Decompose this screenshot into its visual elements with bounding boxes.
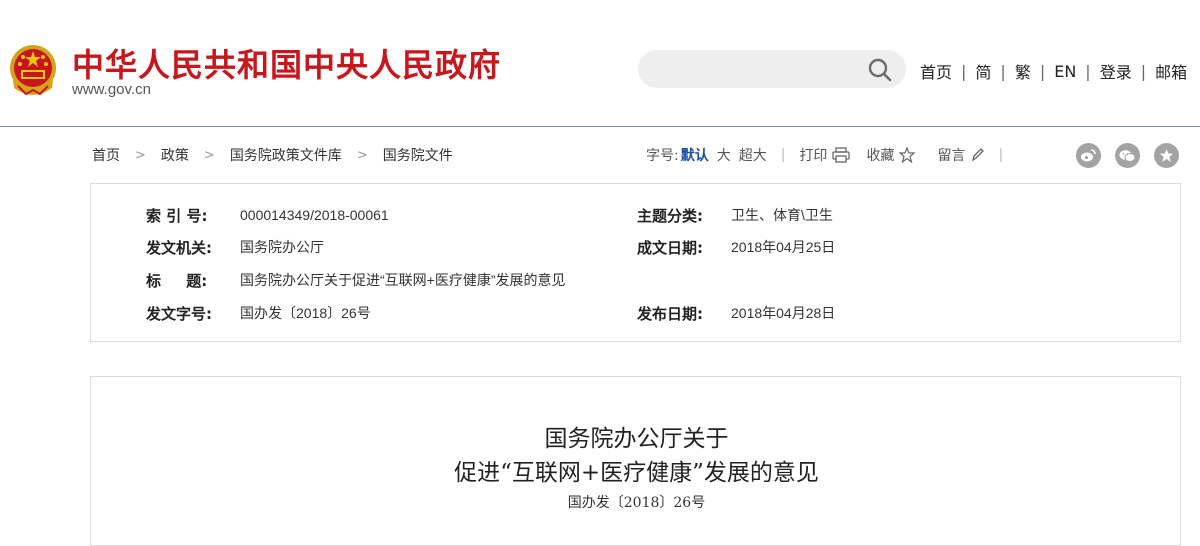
chevron-right-icon: >: [203, 147, 215, 163]
nav-separator: |: [1140, 61, 1147, 81]
info-docno-row: 发文字号: 国办发〔2018〕26号: [146, 302, 371, 324]
comment-button[interactable]: 留言: [937, 145, 985, 165]
page-tools: 字号: 默认 大 超大 | 打印 收藏 留言 |: [646, 145, 1017, 165]
favorite-button[interactable]: 收藏: [866, 145, 916, 165]
nav-separator: |: [1000, 61, 1006, 81]
font-size-label: 字号:: [646, 148, 679, 164]
breadcrumb: 首页 > 政策 > 国务院政策文件库 > 国务院文件: [92, 145, 453, 165]
star-outline-icon: [899, 147, 916, 163]
nav-mail-link[interactable]: 邮箱: [1155, 59, 1187, 83]
search-icon[interactable]: [866, 56, 894, 84]
nav-simplified-link[interactable]: 简: [975, 59, 991, 83]
nav-english-link[interactable]: EN: [1054, 62, 1076, 81]
comment-label: 留言: [937, 148, 966, 164]
wechat-icon[interactable]: [1115, 143, 1140, 168]
tools-separator: |: [780, 147, 786, 163]
info-docno-value: 国办发〔2018〕26号: [240, 305, 371, 321]
breadcrumb-policy-library[interactable]: 国务院政策文件库: [230, 145, 342, 165]
info-written-date-row: 成文日期: 2018年04月25日: [637, 236, 835, 258]
nav-home-link[interactable]: 首页: [920, 59, 952, 83]
info-title-label: 标 题:: [146, 271, 208, 290]
document-content: 国务院办公厅关于 促进“互联网+医疗健康”发展的意见 国办发〔2018〕26号: [90, 376, 1181, 546]
info-category-value: 卫生、体育\卫生: [731, 207, 833, 223]
favorite-label: 收藏: [866, 148, 895, 164]
font-size-large[interactable]: 大: [717, 145, 731, 165]
site-name[interactable]: 中华人民共和国中央人民政府: [72, 40, 501, 86]
document-number: 国办发〔2018〕26号: [567, 495, 706, 511]
site-url[interactable]: www.gov.cn: [72, 81, 151, 98]
header-divider: [0, 126, 1200, 127]
nav-separator: |: [1039, 61, 1046, 81]
info-written-date-label: 成文日期:: [637, 238, 703, 257]
tools-separator: |: [998, 147, 1004, 163]
breadcrumb-state-council-docs[interactable]: 国务院文件: [383, 145, 453, 165]
top-nav: 首页 | 简 | 繁 | EN | 登录 | 邮箱: [920, 59, 1187, 83]
info-title-row: 标 题: 国务院办公厅关于促进“互联网+医疗健康”发展的意见: [146, 269, 566, 291]
share-buttons: [1076, 143, 1179, 168]
site-header: 中华人民共和国中央人民政府 www.gov.cn 首页 | 简 | 繁 | EN…: [0, 0, 1200, 128]
font-size-default[interactable]: 默认: [681, 145, 709, 165]
nav-login-link[interactable]: 登录: [1100, 59, 1132, 83]
pencil-icon: [972, 148, 985, 162]
national-emblem-icon[interactable]: [8, 42, 58, 100]
info-issuer-row: 发文机关: 国务院办公厅: [146, 236, 324, 258]
print-button[interactable]: 打印: [799, 145, 851, 165]
info-title-value: 国务院办公厅关于促进“互联网+医疗健康”发展的意见: [240, 272, 566, 288]
document-title-line-1: 国务院办公厅关于: [544, 426, 729, 452]
breadcrumb-home[interactable]: 首页: [92, 145, 120, 165]
nav-separator: |: [961, 61, 967, 81]
document-title-line-2: 促进“互联网+医疗健康”发展的意见: [454, 460, 819, 486]
info-index-label: 索 引 号:: [146, 206, 208, 225]
chevron-right-icon: >: [356, 147, 368, 163]
info-category-label: 主题分类:: [637, 206, 703, 225]
info-issuer-label: 发文机关:: [146, 238, 212, 257]
star-icon[interactable]: [1154, 143, 1179, 168]
weibo-icon[interactable]: [1076, 143, 1101, 168]
info-publish-date-value: 2018年04月28日: [731, 305, 836, 321]
print-label: 打印: [799, 148, 828, 164]
document-info-box: 索 引 号: 000014349/2018-00061 主题分类: 卫生、体育\…: [90, 183, 1181, 342]
font-size-xlarge[interactable]: 超大: [739, 145, 767, 165]
info-category-row: 主题分类: 卫生、体育\卫生: [637, 204, 833, 226]
info-publish-date-row: 发布日期: 2018年04月28日: [637, 302, 835, 324]
info-publish-date-label: 发布日期:: [637, 304, 703, 323]
info-index-row: 索 引 号: 000014349/2018-00061: [146, 204, 389, 226]
printer-icon: [832, 147, 851, 163]
nav-traditional-link[interactable]: 繁: [1015, 59, 1031, 83]
nav-separator: |: [1085, 61, 1091, 81]
info-docno-label: 发文字号:: [146, 304, 212, 323]
info-written-date-value: 2018年04月25日: [731, 239, 836, 255]
info-index-value: 000014349/2018-00061: [240, 207, 389, 223]
chevron-right-icon: >: [135, 147, 146, 163]
breadcrumb-policy[interactable]: 政策: [161, 145, 189, 165]
info-issuer-value: 国务院办公厅: [240, 239, 324, 255]
